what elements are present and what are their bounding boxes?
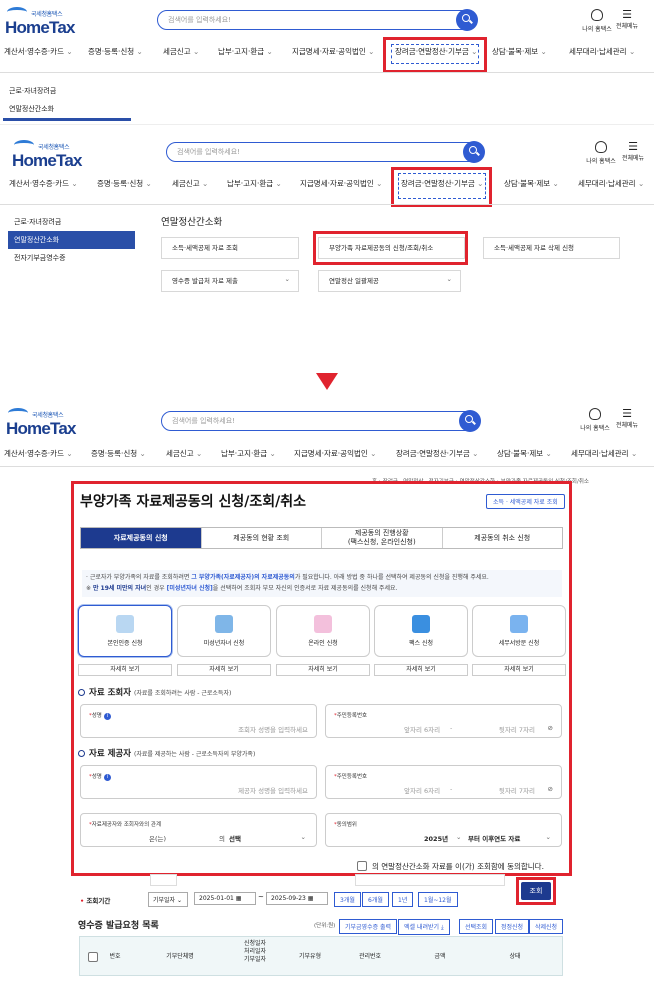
- calendar-icon[interactable]: ▦: [236, 895, 242, 902]
- divider: [0, 204, 654, 205]
- hometax-logo[interactable]: 국세청홈택스 HomeTax: [6, 408, 76, 439]
- menu-item[interactable]: 증명·등록·신청: [91, 448, 146, 459]
- hometax-logo[interactable]: 국세청홈택스 HomeTax: [5, 7, 75, 38]
- delete-request-button[interactable]: 삭제신청: [529, 919, 564, 934]
- menu-item[interactable]: 상담·불복·제보: [504, 178, 559, 189]
- quick-1y-button[interactable]: 1년: [392, 892, 414, 907]
- excel-download-button[interactable]: 엑셀 내려받기 ⤓: [398, 919, 450, 935]
- menu-item[interactable]: 세무대리·납세관리: [569, 46, 635, 57]
- download-icon: ⤓: [440, 924, 444, 931]
- user-icon: [589, 408, 601, 420]
- menu-item[interactable]: 증명·등록·신청: [88, 46, 143, 57]
- col-number: 번호: [109, 953, 121, 960]
- menu-item[interactable]: 지급명세·자료·공익법인: [294, 448, 376, 459]
- col-dates: 신청일자 처리일자 기부일자: [243, 940, 267, 963]
- search-input[interactable]: 검색어를 입력하세요!: [166, 141, 485, 163]
- all-menu-button[interactable]: ☰ 전체메뉴: [612, 407, 642, 430]
- tilde: ~: [258, 893, 264, 901]
- date-from-input[interactable]: 2025-01-01 ▦: [194, 892, 256, 905]
- col-status: 상태: [509, 953, 521, 960]
- main-menu: 계산서·영수증·카드 증명·등록·신청 세금신고 납부·고지·환급 지급명세·자…: [0, 178, 654, 190]
- submenu-item-donation[interactable]: 전자기부금영수증: [8, 249, 135, 267]
- partial-field: [355, 874, 505, 886]
- tile-receipt-submit[interactable]: 영수증 발급처 자료 제출: [161, 269, 299, 292]
- quick-3m-button[interactable]: 3개월: [334, 892, 361, 907]
- hometax-logo[interactable]: 국세청홈택스 HomeTax: [12, 140, 82, 171]
- menu-item[interactable]: 상담·불복·제보: [497, 448, 552, 459]
- unit-label: (단위:원): [314, 923, 336, 929]
- user-icon: [591, 9, 603, 21]
- calendar-icon[interactable]: ▦: [308, 895, 314, 902]
- col-type: 기부유형: [298, 953, 322, 960]
- menu-item[interactable]: 세무대리·납세관리: [571, 448, 637, 459]
- hamburger-icon: ☰: [622, 407, 632, 420]
- search-icon[interactable]: [456, 9, 478, 31]
- tile-deduction-delete[interactable]: 소득·세액공제 자료 삭제 신청: [483, 237, 620, 259]
- menu-item[interactable]: 세금신고: [172, 178, 208, 189]
- menu-item[interactable]: 세금신고: [163, 46, 199, 57]
- down-arrow-icon: [316, 373, 338, 390]
- menu-item[interactable]: 장려금·연말정산·기부금: [396, 448, 478, 459]
- menu-item[interactable]: 계산서·영수증·카드: [4, 46, 73, 57]
- partial-field: [150, 874, 177, 886]
- quick-6m-button[interactable]: 6개월: [362, 892, 389, 907]
- table-header: 번호 기부단체명 신청일자 처리일자 기부일자 기부유형 관리번호 금액 상태: [79, 936, 563, 976]
- hamburger-icon: ☰: [622, 8, 632, 21]
- period-label: • 조회기간: [80, 897, 111, 905]
- panel-title: 연말정산간소화: [161, 217, 223, 228]
- col-amount: 금액: [434, 953, 446, 960]
- col-manage-no: 관리번호: [358, 953, 382, 960]
- menu-item[interactable]: 계산서·영수증·카드: [9, 178, 78, 189]
- submenu-item-year-end[interactable]: 연말정산간소화: [8, 231, 135, 249]
- my-hometax-button[interactable]: 나의 홈택스: [580, 9, 614, 33]
- highlight-box: [71, 481, 572, 876]
- submenu-panel2: 근로·자녀장려금 연말정산간소화 전자기부금영수증: [8, 213, 135, 267]
- all-menu-button[interactable]: ☰ 전체메뉴: [612, 8, 642, 31]
- menu-item[interactable]: 지급명세·자료·공익법인: [292, 46, 374, 57]
- submenu-item-earned-income[interactable]: 근로·자녀장려금: [3, 82, 131, 100]
- menu-item[interactable]: 지급명세·자료·공익법인: [300, 178, 382, 189]
- col-org-name: 기부단체명: [166, 953, 194, 960]
- date-to-input[interactable]: 2025-09-23 ▦: [266, 892, 328, 905]
- focus-outline: [391, 44, 479, 64]
- search-input[interactable]: 검색어를 입력하세요!: [157, 9, 478, 31]
- search-icon[interactable]: [463, 141, 485, 163]
- menu-item[interactable]: 납부·고지·환급: [218, 46, 273, 57]
- divider: [0, 72, 654, 73]
- main-menu: 계산서·영수증·카드 증명·등록·신청 세금신고 납부·고지·환급 지급명세·자…: [0, 46, 654, 58]
- search-icon[interactable]: [459, 410, 481, 432]
- submenu-item-earned-income[interactable]: 근로·자녀장려금: [8, 213, 135, 231]
- submenu-panel1: 근로·자녀장려금 연말정산간소화: [3, 82, 131, 118]
- tile-bulk-provide[interactable]: 연말정산 일괄제공: [318, 269, 461, 292]
- submenu-item-year-end[interactable]: 연말정산간소화: [3, 100, 131, 118]
- menu-item[interactable]: 세금신고: [166, 448, 202, 459]
- menu-item[interactable]: 납부·고지·환급: [221, 448, 276, 459]
- divider: [0, 466, 654, 467]
- menu-item[interactable]: 세무대리·납세관리: [578, 178, 644, 189]
- select-lookup-button[interactable]: 선택조회: [459, 919, 494, 934]
- all-menu-button[interactable]: ☰ 전체메뉴: [618, 140, 648, 163]
- main-menu: 계산서·영수증·카드 증명·등록·신청 세금신고 납부·고지·환급 지급명세·자…: [0, 448, 654, 460]
- menu-item[interactable]: 납부·고지·환급: [227, 178, 282, 189]
- quick-jan-dec-button[interactable]: 1월~12월: [418, 892, 458, 907]
- highlight-box: [313, 231, 468, 265]
- period-type-select[interactable]: 기부일자 ⌄: [148, 892, 188, 907]
- search-input[interactable]: 검색어를 입력하세요!: [161, 410, 481, 432]
- hamburger-icon: ☰: [628, 140, 638, 153]
- correction-button[interactable]: 정정신청: [495, 919, 530, 934]
- focus-outline: [398, 173, 486, 199]
- menu-item[interactable]: 상담·불복·제보: [492, 46, 547, 57]
- tile-deduction-lookup[interactable]: 소득·세액공제 자료 조회: [161, 237, 299, 259]
- menu-item[interactable]: 증명·등록·신청: [97, 178, 152, 189]
- my-hometax-button[interactable]: 나의 홈택스: [584, 141, 618, 165]
- my-hometax-button[interactable]: 나의 홈택스: [578, 408, 612, 432]
- print-receipt-button[interactable]: 기부금영수증 출력: [339, 919, 398, 934]
- submenu-underline: [3, 118, 131, 121]
- user-icon: [595, 141, 607, 153]
- list-title: 영수증 발급요청 목록: [78, 921, 159, 931]
- select-all-checkbox[interactable]: [88, 952, 98, 962]
- menu-item[interactable]: 계산서·영수증·카드: [4, 448, 73, 459]
- highlight-box: [516, 877, 556, 905]
